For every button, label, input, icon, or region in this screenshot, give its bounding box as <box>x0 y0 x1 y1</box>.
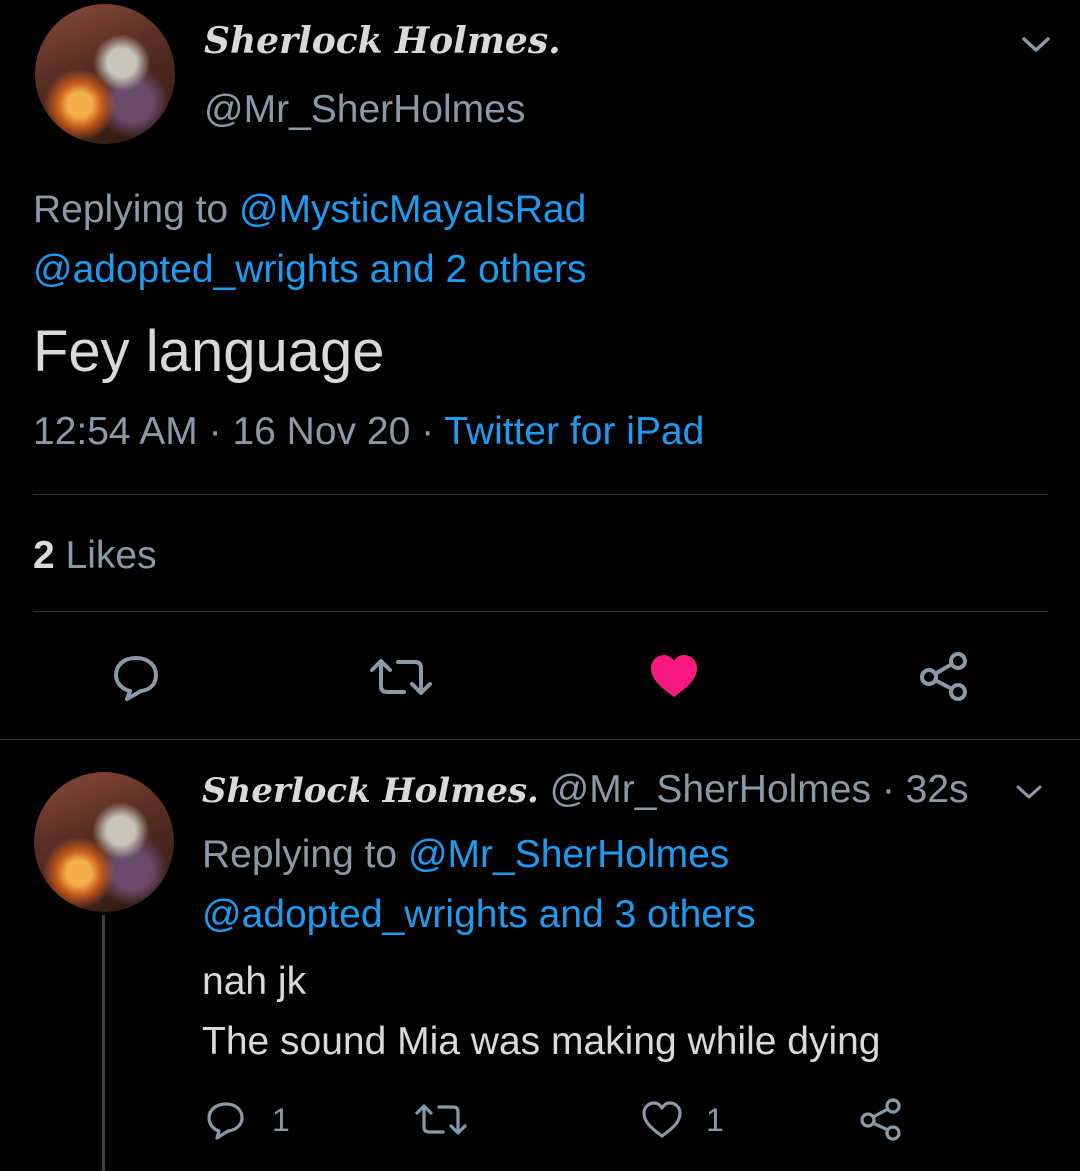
replying-others-link[interactable]: @adopted_wrights and 3 others <box>202 893 755 936</box>
divider <box>33 611 1048 612</box>
tweet-date: 16 Nov 20 <box>232 410 411 453</box>
heart-icon <box>651 655 697 697</box>
tweet-time: · 32s <box>881 768 969 811</box>
tweet-text: Fey language <box>33 319 385 384</box>
like-button[interactable]: 1 <box>640 1098 730 1142</box>
share-button[interactable] <box>918 650 970 702</box>
replying-to: Replying to @Mr_SherHolmes @adopted_wrig… <box>202 825 755 945</box>
avatar[interactable] <box>35 4 175 144</box>
heart-icon <box>642 1101 682 1138</box>
retweet-icon <box>370 659 432 695</box>
display-name[interactable]: Sherlock Holmes. <box>202 771 539 811</box>
tweet-source-link[interactable]: Twitter for iPad <box>444 410 704 453</box>
handle[interactable]: @Mr_SherHolmes <box>204 88 525 132</box>
tweet-time: 12:54 AM <box>33 410 198 453</box>
reply-button[interactable] <box>108 652 164 702</box>
tweet-text-line: nah jk <box>202 960 307 1003</box>
share-button[interactable] <box>858 1096 904 1142</box>
tweet-text-line: The sound Mia was making while dying <box>202 1020 881 1063</box>
meta-separator: · <box>208 410 222 453</box>
tweet-meta: 12:54 AM · 16 Nov 20 · Twitter for iPad <box>33 410 704 454</box>
tweet-text: nah jk The sound Mia was making while dy… <box>202 952 881 1072</box>
replying-prefix: Replying to <box>33 188 229 231</box>
like-count: 1 <box>706 1102 724 1138</box>
replying-prefix: Replying to <box>202 833 398 876</box>
replying-user-link[interactable]: @Mr_SherHolmes <box>408 833 729 876</box>
divider <box>0 739 1080 740</box>
reply-button[interactable]: 1 <box>204 1098 294 1142</box>
replying-user-link[interactable]: @MysticMayaIsRad <box>239 188 586 231</box>
retweet-button[interactable] <box>412 1098 472 1142</box>
like-button[interactable] <box>648 652 700 702</box>
reply-header: Sherlock Holmes. @Mr_SherHolmes · 32s <box>202 768 969 812</box>
chevron-down-icon <box>1022 37 1050 52</box>
display-name[interactable]: Sherlock Holmes. <box>204 20 561 62</box>
share-icon <box>860 1098 901 1141</box>
handle[interactable]: @Mr_SherHolmes <box>550 768 871 811</box>
chevron-down-icon <box>1016 785 1042 799</box>
avatar[interactable] <box>34 772 174 912</box>
retweet-icon <box>415 1104 467 1135</box>
likes-label: Likes <box>65 534 157 577</box>
replying-others-link[interactable]: @adopted_wrights and 2 others <box>33 248 586 291</box>
thread-line <box>102 915 105 1171</box>
replying-to: Replying to @MysticMayaIsRad @adopted_wr… <box>33 180 586 300</box>
retweet-button[interactable] <box>366 652 436 702</box>
meta-separator: · <box>421 410 435 453</box>
divider <box>33 494 1048 495</box>
more-options-button[interactable] <box>1012 778 1046 806</box>
reply-icon <box>114 656 158 701</box>
more-options-button[interactable] <box>1018 30 1054 60</box>
share-icon <box>920 652 967 701</box>
reply-icon <box>207 1102 244 1140</box>
reply-count: 1 <box>272 1102 290 1138</box>
likes-stat[interactable]: 2 Likes <box>33 534 157 578</box>
likes-count: 2 <box>33 534 55 577</box>
